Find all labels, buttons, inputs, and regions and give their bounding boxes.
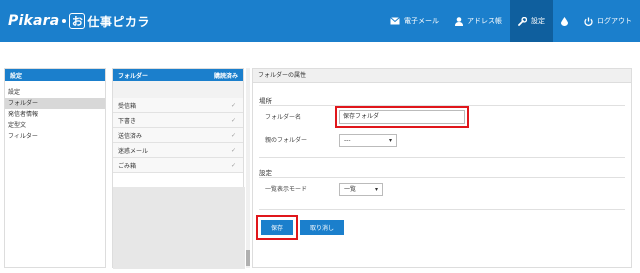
folder-name: 受信箱 — [118, 102, 137, 110]
list-mode-value: 一覧 — [344, 186, 357, 193]
highlight-box-folder-name — [335, 106, 469, 128]
main-nav: 電子メール アドレス帳 設定 ログアウト — [382, 0, 640, 42]
nav-drop[interactable] — [553, 0, 576, 42]
folder-name-label: フォルダー名 — [265, 114, 302, 121]
settings-panel-header: 設定 — [5, 69, 105, 81]
folder-panel-title: フォルダー — [118, 72, 149, 80]
top-header: Pikara お 仕事ピカラ 電子メール アドレス帳 設定 ログアウト — [0, 0, 640, 42]
folder-name: 迷惑メール — [118, 147, 149, 155]
logo-service-name: 仕事ピカラ — [87, 14, 150, 29]
scrollbar-thumb[interactable] — [246, 250, 250, 266]
highlight-box-save — [256, 215, 298, 240]
settings-section-title: 設定 — [259, 169, 272, 177]
folder-item-junk[interactable]: 迷惑メール ✓ — [113, 143, 243, 158]
folder-panel-header: フォルダー 購読済み — [113, 69, 243, 81]
settings-item-folders[interactable]: フォルダー — [5, 98, 105, 109]
list-mode-label: 一覧表示モード — [265, 186, 308, 193]
nav-settings[interactable]: 設定 — [510, 0, 553, 42]
user-icon — [455, 16, 463, 26]
folder-item-trash[interactable]: ごみ箱 ✓ — [113, 158, 243, 173]
mail-icon — [390, 17, 400, 25]
properties-panel-header: フォルダーの属性 — [253, 69, 631, 83]
folder-panel-empty-area — [113, 187, 245, 269]
list-mode-select[interactable]: 一覧 ▾ — [339, 183, 383, 196]
drop-icon — [561, 16, 568, 26]
logo-dot — [62, 19, 67, 23]
wrench-icon — [518, 16, 527, 26]
settings-item-identities[interactable]: 発信者情報 — [5, 109, 105, 120]
panel-scrollbar[interactable] — [246, 68, 250, 268]
folder-list: 受信箱 ✓ 下書き ✓ 送信済み ✓ 迷惑メール ✓ ごみ箱 ✓ — [113, 81, 243, 173]
subscribed-check-icon[interactable]: ✓ — [231, 132, 236, 139]
section-divider — [259, 177, 625, 178]
nav-email[interactable]: 電子メール — [382, 0, 447, 42]
settings-panel-title: 設定 — [10, 72, 23, 80]
nav-logout-label: ログアウト — [597, 17, 632, 25]
parent-folder-label: 親のフォルダー — [265, 137, 308, 144]
folder-item-sent[interactable]: 送信済み ✓ — [113, 128, 243, 143]
power-icon — [584, 17, 593, 26]
settings-item-settings[interactable]: 設定 — [5, 87, 105, 98]
subscribed-check-icon[interactable]: ✓ — [231, 162, 236, 169]
section-divider — [259, 209, 625, 210]
logo-brand: Pikara — [8, 13, 60, 29]
folder-panel: フォルダー 購読済み 受信箱 ✓ 下書き ✓ 送信済み ✓ 迷惑メール ✓ ごみ箱 ✓ — [112, 68, 245, 269]
subscribed-column-label: 購読済み — [213, 72, 238, 80]
settings-list: 設定 フォルダー 発信者情報 定型文 フィルター — [5, 87, 105, 142]
folder-properties-panel: フォルダーの属性 場所 フォルダー名 保存フォルダ 親のフォルダー --- ▾ … — [252, 68, 632, 268]
parent-folder-select[interactable]: --- ▾ — [339, 134, 397, 147]
folder-name: 下書き — [118, 117, 137, 125]
location-section-title: 場所 — [259, 97, 272, 105]
nav-address-book[interactable]: アドレス帳 — [447, 0, 510, 42]
folder-item-drafts[interactable]: 下書き ✓ — [113, 113, 243, 128]
section-divider — [259, 157, 625, 158]
settings-panel: 設定 設定 フォルダー 発信者情報 定型文 フィルター — [4, 68, 106, 268]
subscribed-check-icon[interactable]: ✓ — [231, 102, 236, 109]
top-strip — [0, 42, 640, 64]
logo-mark: お — [69, 13, 86, 29]
chevron-down-icon: ▾ — [388, 137, 392, 144]
nav-email-label: 電子メール — [404, 17, 439, 25]
subscribed-check-icon[interactable]: ✓ — [231, 117, 236, 124]
cancel-button[interactable]: 取り消し — [300, 220, 344, 235]
settings-item-templates[interactable]: 定型文 — [5, 120, 105, 131]
nav-address-book-label: アドレス帳 — [467, 17, 502, 25]
subscribed-check-icon[interactable]: ✓ — [231, 147, 236, 154]
settings-item-filters[interactable]: フィルター — [5, 131, 105, 142]
folder-item-inbox[interactable]: 受信箱 ✓ — [113, 98, 243, 113]
parent-folder-value: --- — [344, 137, 351, 144]
chevron-down-icon: ▾ — [374, 186, 378, 193]
nav-settings-label: 設定 — [531, 17, 545, 25]
folder-name: 送信済み — [118, 132, 143, 140]
folder-name: ごみ箱 — [118, 162, 137, 170]
pikara-logo[interactable]: Pikara お 仕事ピカラ — [8, 10, 150, 32]
nav-logout[interactable]: ログアウト — [576, 0, 640, 42]
